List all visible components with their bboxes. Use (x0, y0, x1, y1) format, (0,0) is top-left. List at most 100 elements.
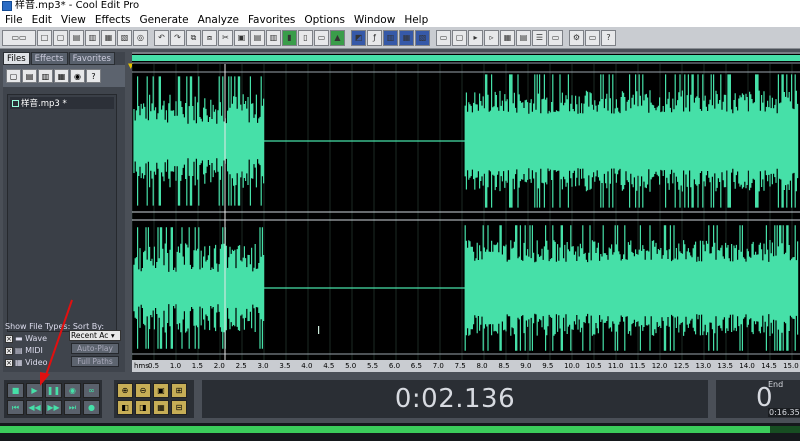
menu-window[interactable]: Window (351, 14, 401, 26)
new-file-icon[interactable]: □ (37, 29, 52, 46)
wave-checkbox[interactable]: × (5, 334, 13, 343)
undo-icon[interactable]: ↶ (154, 29, 169, 46)
paste-icon[interactable]: ▣ (234, 29, 249, 46)
zoom-right-icon[interactable]: ◨ (135, 400, 151, 415)
record-button[interactable]: ● (83, 400, 100, 415)
save-icon[interactable]: ▦ (101, 29, 116, 46)
video-checkbox[interactable]: × (5, 358, 13, 367)
metronome-icon[interactable]: ▤ (516, 29, 531, 46)
menu-analyze[interactable]: Analyze (195, 14, 245, 26)
stop-button[interactable]: ■ (7, 383, 24, 398)
ruler-tick-label: 8.0 (476, 362, 488, 370)
spectral-pan-icon[interactable]: ▦ (399, 29, 414, 46)
close-file-icon[interactable]: ▥ (85, 29, 100, 46)
ruler-tick-label: 14.5 (761, 362, 777, 370)
trim-icon[interactable]: ▮ (282, 29, 297, 46)
menu-options[interactable]: Options (301, 14, 351, 26)
ruler-tick-label: 9.0 (520, 362, 532, 370)
ruler-tick-label: 5.5 (367, 362, 379, 370)
sort-by-select[interactable]: Recent Ac ▾ (69, 330, 121, 341)
grid-icon[interactable]: ▦ (500, 29, 515, 46)
menu-file[interactable]: File (2, 14, 29, 26)
spectral-view-icon[interactable]: ◩ (351, 29, 366, 46)
window-title: 样音.mp3* - Cool Edit Pro (15, 0, 140, 11)
menu-favorites[interactable]: Favorites (245, 14, 301, 26)
loop-button[interactable]: ∞ (83, 383, 100, 398)
waveform-overview-bar[interactable] (132, 52, 800, 62)
tab-files[interactable]: Files (3, 52, 30, 65)
play-button[interactable]: ▶ (26, 383, 43, 398)
select-all-icon[interactable]: ▭ (314, 29, 329, 46)
delete-silence-icon[interactable]: ▯ (298, 29, 313, 46)
help-icon[interactable]: ? (601, 29, 616, 46)
save-as-icon[interactable]: ▧ (117, 29, 132, 46)
normalize-icon[interactable]: ▲ (330, 29, 345, 46)
play-list-icon[interactable]: ▭ (548, 29, 563, 46)
wave-label: Wave (25, 334, 48, 343)
midi-checkbox[interactable]: × (5, 346, 13, 355)
menu-bar: File Edit View Effects Generate Analyze … (0, 12, 800, 27)
midi-icon: ▤ (15, 346, 26, 355)
tab-favorites[interactable]: Favorites (68, 52, 115, 65)
zoom-selection-icon[interactable]: ▦ (153, 400, 169, 415)
zoom-in-icon[interactable]: ⊕ (117, 383, 133, 398)
ruler-tick-label: 13.0 (695, 362, 712, 370)
menu-effects[interactable]: Effects (92, 14, 137, 26)
zoom-vertical-out-icon[interactable]: ⊟ (171, 400, 187, 415)
menu-help[interactable]: Help (401, 14, 434, 26)
ruler-tick-label: 1.5 (191, 362, 203, 370)
open-append-icon[interactable]: ▤ (69, 29, 84, 46)
go-to-start-button[interactable]: ⏮ (7, 400, 24, 415)
snap-frames-icon[interactable]: ▹ (484, 29, 499, 46)
tab-effects[interactable]: Effects (30, 52, 68, 65)
ruler-tick-label: 12.0 (651, 362, 668, 370)
help-icon[interactable]: ? (86, 69, 101, 83)
zoom-out-icon[interactable]: ⊖ (135, 383, 151, 398)
snap-ruler-icon[interactable]: ▭ (436, 29, 451, 46)
frequency-analysis-icon[interactable]: ƒ (367, 29, 382, 46)
close-file-icon[interactable]: ▤ (22, 69, 37, 83)
file-item[interactable]: 样音.mp3 * (10, 97, 114, 109)
cue-list-icon[interactable]: ☰ (532, 29, 547, 46)
zoom-full-icon[interactable]: ▣ (153, 383, 169, 398)
insert-into-multitrack-icon[interactable]: ▦ (54, 69, 69, 83)
copy-to-new-icon[interactable]: ⧈ (202, 29, 217, 46)
overview-range[interactable] (132, 55, 800, 61)
redo-icon[interactable]: ↷ (170, 29, 185, 46)
spectral-phase-icon[interactable]: ▧ (415, 29, 430, 46)
play-to-end-button[interactable]: ◉ (64, 383, 81, 398)
zoom-vertical-in-icon[interactable]: ⊞ (171, 383, 187, 398)
ruler-tick-label: 1.0 (169, 362, 182, 370)
title-bar: 样音.mp3* - Cool Edit Pro (0, 0, 800, 12)
copy-icon[interactable]: ⧉ (186, 29, 201, 46)
settings-icon[interactable]: ⚙ (569, 29, 584, 46)
fast-forward-button[interactable]: ▶▶ (45, 400, 62, 415)
open-file-icon[interactable]: ▢ (6, 69, 21, 83)
zoom-left-icon[interactable]: ◧ (117, 400, 133, 415)
paste-to-new-icon[interactable]: ▤ (250, 29, 265, 46)
rewind-button[interactable]: ◀◀ (26, 400, 43, 415)
full-paths-button[interactable]: Full Paths (71, 356, 119, 367)
end-value[interactable]: 0:16.352 (768, 408, 800, 417)
mix-paste-icon[interactable]: ▥ (266, 29, 281, 46)
snap-zero-icon[interactable]: ▸ (468, 29, 483, 46)
info-icon[interactable]: ▭ (585, 29, 600, 46)
edit-file-icon[interactable]: ▥ (38, 69, 53, 83)
cd-icon[interactable]: ◎ (133, 29, 148, 46)
play-preview-icon[interactable]: ◉ (70, 69, 85, 83)
waveform-display[interactable]: I (132, 64, 800, 360)
open-file-icon[interactable]: ▢ (53, 29, 68, 46)
file-options: Show File Types: Sort By: × ▬ Wave × ▤ MID… (5, 320, 123, 368)
multitrack-toggle-button[interactable]: ▭▭ (2, 29, 36, 46)
auto-play-button[interactable]: Auto-Play (71, 343, 119, 354)
snap-cue-icon[interactable]: ▢ (452, 29, 467, 46)
menu-edit[interactable]: Edit (29, 14, 58, 26)
menu-view[interactable]: View (58, 14, 92, 26)
go-to-end-button[interactable]: ⏭ (64, 400, 81, 415)
pause-button[interactable]: ❚❚ (45, 383, 62, 398)
level-left (0, 426, 770, 433)
waveform-view-icon[interactable]: ▥ (383, 29, 398, 46)
cut-icon[interactable]: ✂ (218, 29, 233, 46)
menu-generate[interactable]: Generate (137, 14, 195, 26)
ruler-tick-label: 3.5 (279, 362, 291, 370)
